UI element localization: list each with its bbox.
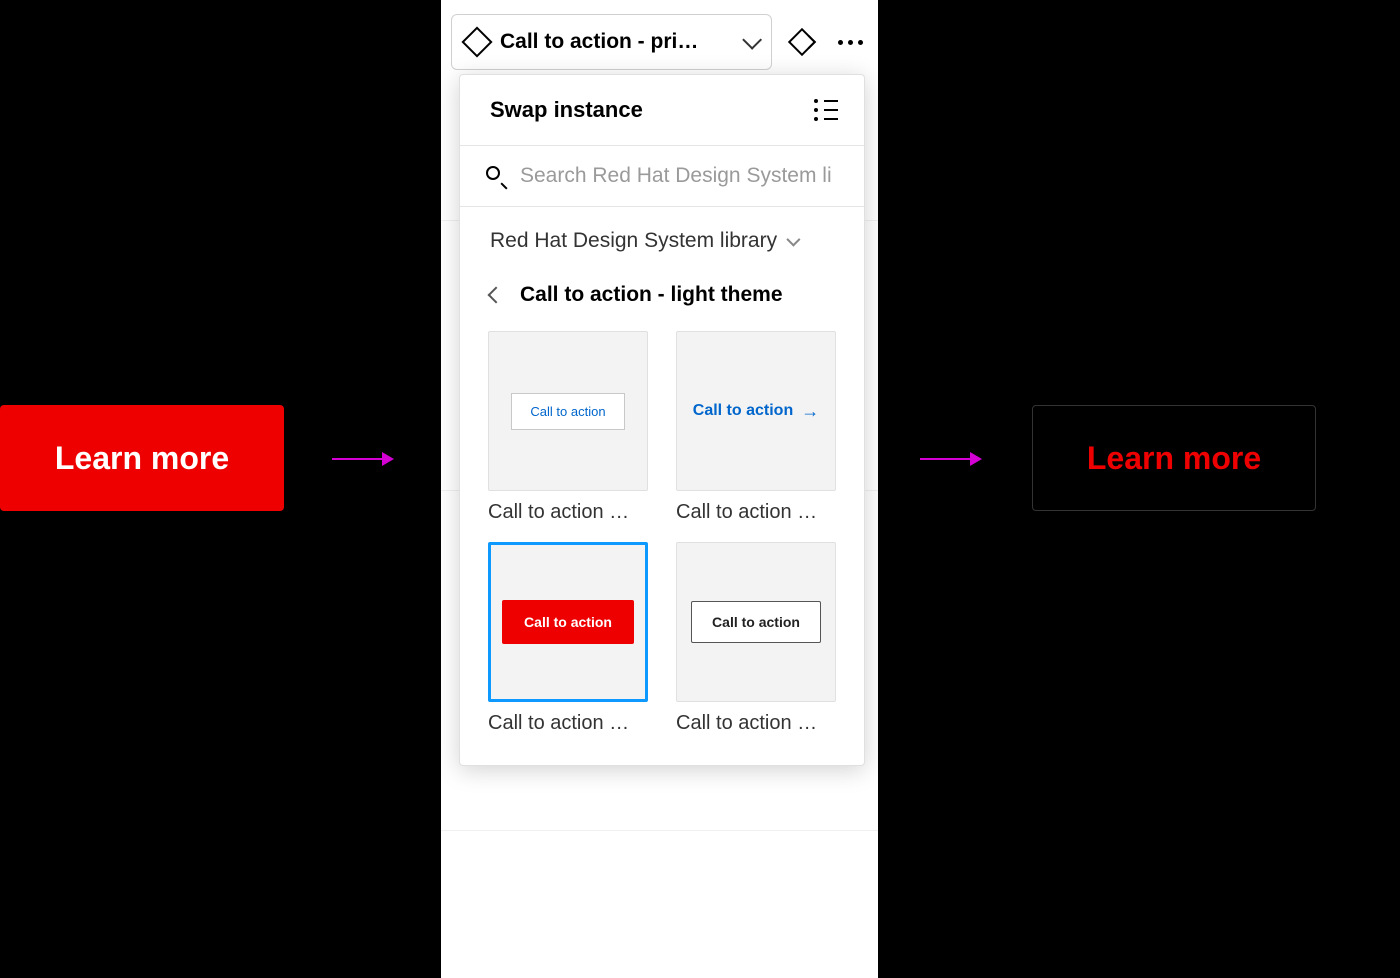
component-thumb: Call to action → [676,331,836,491]
component-label: Call to action … [676,712,836,735]
category-row: Call to action - light theme [460,263,864,321]
component-link-icon [788,28,816,56]
search-icon [486,166,506,186]
cta-button-left[interactable]: Learn more [0,405,284,511]
chevron-down-icon [742,30,762,50]
instance-name: Call to action - pri… [500,30,731,54]
chevron-down-icon [786,233,800,247]
category-title: Call to action - light theme [520,283,783,307]
arrow-right-icon: → [801,401,819,422]
component-label: Call to action … [676,501,836,524]
component-thumb-selected: Call to action [488,542,648,702]
arrow-line [920,458,970,460]
properties-topbar: Call to action - pri… [441,0,878,78]
library-selector[interactable]: Red Hat Design System library [460,207,864,263]
variant-preview-link: Call to action → [693,401,819,422]
component-thumb: Call to action [676,542,836,702]
swap-instance-panel: Swap instance Red Hat Design System libr… [459,74,865,766]
variant-preview-secondary: Call to action [691,601,821,643]
library-name: Red Hat Design System library [490,229,777,253]
dot-icon [848,40,853,45]
component-grid: Call to action Call to action … Call to … [460,321,864,765]
grid-rule [441,830,878,831]
component-label: Call to action … [488,501,648,524]
more-options-button[interactable] [832,24,868,60]
component-card[interactable]: Call to action Call to action … [488,542,648,735]
search-input[interactable] [520,164,838,188]
instance-selector[interactable]: Call to action - pri… [451,14,772,70]
search-row [460,146,864,206]
go-to-main-component-button[interactable] [784,24,820,60]
swap-title: Swap instance [490,97,643,123]
arrow-right [920,452,982,466]
component-instance-icon [461,26,492,57]
swap-header: Swap instance [460,75,864,145]
variant-preview-box: Call to action [511,393,624,430]
dot-icon [858,40,863,45]
variant-preview-primary: Call to action [502,600,634,644]
list-view-toggle[interactable] [814,100,838,120]
component-label: Call to action … [488,712,648,735]
chevron-left-icon[interactable] [488,287,505,304]
component-card[interactable]: Call to action Call to action … [488,331,648,524]
arrow-left [332,452,394,466]
arrow-head-icon [970,452,982,466]
arrow-line [332,458,382,460]
arrow-head-icon [382,452,394,466]
component-card[interactable]: Call to action Call to action … [676,542,836,735]
cta-button-right[interactable]: Learn more [1032,405,1316,511]
cta-button-left-label: Learn more [55,440,229,477]
component-card[interactable]: Call to action → Call to action … [676,331,836,524]
variant-link-text: Call to action [693,402,793,420]
component-thumb: Call to action [488,331,648,491]
cta-button-right-label: Learn more [1087,440,1261,477]
dot-icon [838,40,843,45]
